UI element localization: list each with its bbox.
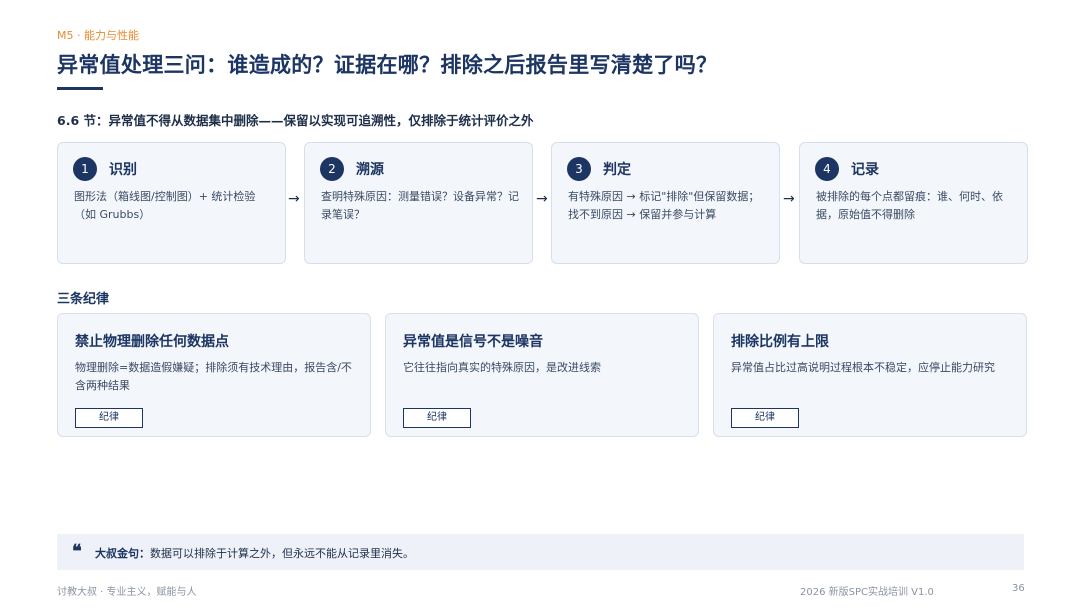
title-underline: [57, 87, 103, 90]
step-number-badge: 4: [815, 157, 839, 181]
step-title: 记录: [851, 162, 879, 178]
rule-description: 异常值占比过高说明过程根本不稳定，应停止能力研究: [731, 361, 995, 374]
rules-section-heading: 三条纪律: [57, 292, 110, 307]
rule-title: 禁止物理删除任何数据点: [75, 334, 229, 350]
step-title: 识别: [109, 162, 137, 178]
quote-text: 大叔金句：数据可以排除于计算之外，但永远不能从记录里消失。: [95, 545, 414, 561]
step-description: 查明特殊原因：测量错误？设备异常？记录笔误？: [321, 190, 519, 221]
rule-card-no-delete: 禁止物理删除任何数据点 物理删除=数据造假嫌疑；排除须有技术理由，报告含/不含两…: [57, 313, 371, 437]
step-description: 被排除的每个点都留痕：谁、何时、依据，原始值不得删除: [816, 190, 1003, 221]
arrow-right-icon: →: [783, 191, 795, 207]
page-number: 36: [1012, 583, 1025, 594]
rule-card-limit: 排除比例有上限 异常值占比过高说明过程根本不稳定，应停止能力研究 纪律: [713, 313, 1027, 437]
quote-label: 大叔金句：: [95, 547, 150, 560]
rule-tag: 纪律: [75, 408, 143, 428]
rule-card-signal: 异常值是信号不是噪音 它往往指向真实的特殊原因，是改进线索 纪律: [385, 313, 699, 437]
page-title: 异常值处理三问：谁造成的？证据在哪？排除之后报告里写清楚了吗？: [57, 53, 718, 77]
step-card-judge: 3 判定 有特殊原因 → 标记"排除"但保留数据；找不到原因 → 保留并参与计算: [551, 142, 780, 264]
footer-course: 2026 新版SPC实战培训 V1.0: [800, 587, 934, 598]
quote-body: 数据可以排除于计算之外，但永远不能从记录里消失。: [150, 547, 414, 560]
footer-brand: 讨教大叔 · 专业主义，赋能与人: [57, 587, 197, 598]
arrow-right-icon: →: [536, 191, 548, 207]
step-number-badge: 2: [320, 157, 344, 181]
rule-title: 异常值是信号不是噪音: [403, 334, 543, 350]
step-description: 有特殊原因 → 标记"排除"但保留数据；找不到原因 → 保留并参与计算: [568, 190, 760, 221]
rule-title: 排除比例有上限: [731, 334, 829, 350]
page-subtitle: 6.6 节：异常值不得从数据集中删除——保留以实现可追溯性，仅排除于统计评价之外: [57, 113, 534, 128]
module-tag: M5 · 能力与性能: [57, 29, 139, 42]
step-description: 图形法（箱线图/控制图）+ 统计检验（如 Grubbs）: [74, 190, 256, 221]
step-number-badge: 3: [567, 157, 591, 181]
rule-tag: 纪律: [731, 408, 799, 428]
rule-tag: 纪律: [403, 408, 471, 428]
quote-box: ❝ 大叔金句：数据可以排除于计算之外，但永远不能从记录里消失。: [57, 534, 1024, 570]
step-card-trace: 2 溯源 查明特殊原因：测量错误？设备异常？记录笔误？: [304, 142, 533, 264]
arrow-right-icon: →: [288, 191, 300, 207]
step-card-record: 4 记录 被排除的每个点都留痕：谁、何时、依据，原始值不得删除: [799, 142, 1028, 264]
quote-icon: ❝: [72, 541, 82, 562]
step-number-badge: 1: [73, 157, 97, 181]
step-title: 判定: [603, 162, 631, 178]
step-card-identify: 1 识别 图形法（箱线图/控制图）+ 统计检验（如 Grubbs）: [57, 142, 286, 264]
rule-description: 它往往指向真实的特殊原因，是改进线索: [403, 361, 601, 374]
step-title: 溯源: [356, 162, 384, 178]
rule-description: 物理删除=数据造假嫌疑；排除须有技术理由，报告含/不含两种结果: [75, 361, 352, 392]
